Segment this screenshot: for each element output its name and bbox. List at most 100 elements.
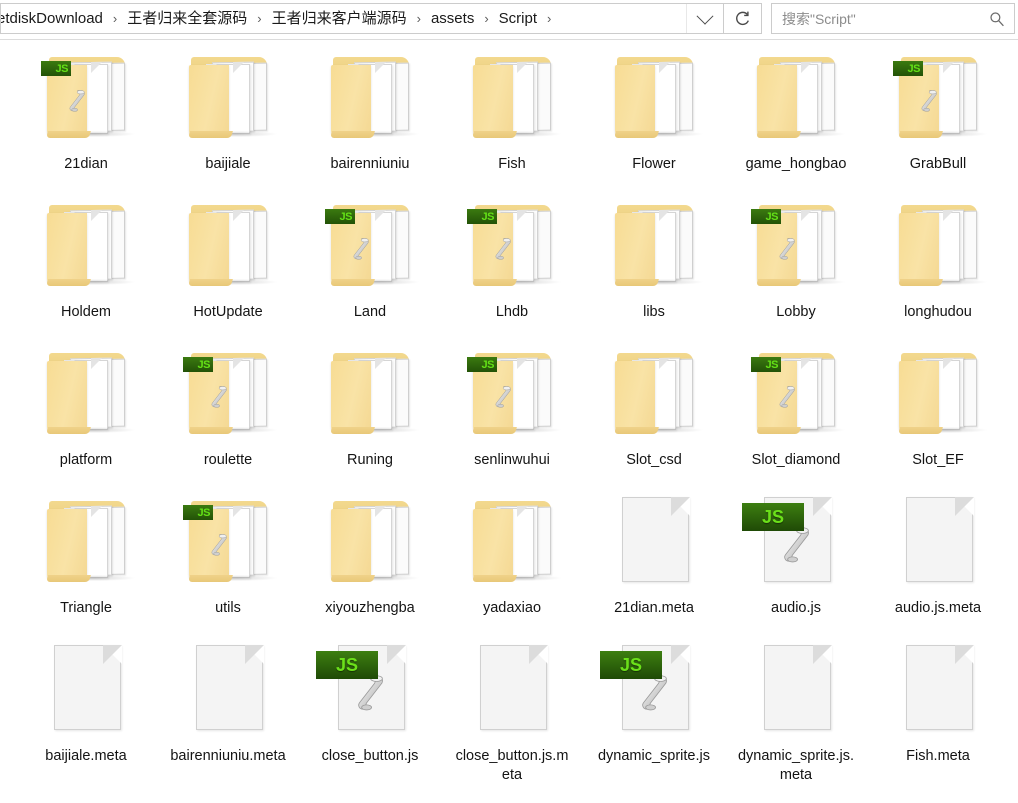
item-label[interactable]: xiyouzhengba — [311, 599, 429, 618]
folder-item[interactable]: game_hongbao — [725, 50, 867, 198]
file-item[interactable]: JS audio.js — [725, 494, 867, 642]
item-icon[interactable] — [173, 642, 283, 746]
file-item[interactable]: JS close_button.js — [299, 642, 441, 790]
item-icon[interactable]: JS — [883, 50, 993, 154]
folder-item[interactable]: HotUpdate — [157, 198, 299, 346]
item-label[interactable]: Slot_EF — [879, 451, 997, 470]
item-label[interactable]: bairenniuniu.meta — [169, 747, 287, 766]
breadcrumb-separator-icon[interactable]: › — [478, 9, 494, 29]
breadcrumb-item-2[interactable]: 王者归来客户端源码 — [268, 7, 411, 31]
folder-item[interactable]: JS Slot_diamond — [725, 346, 867, 494]
folder-item[interactable]: Holdem — [15, 198, 157, 346]
item-label[interactable]: longhudou — [879, 303, 997, 322]
item-label[interactable]: GrabBull — [879, 155, 997, 174]
search-icon[interactable] — [980, 11, 1014, 27]
item-icon[interactable] — [883, 198, 993, 302]
breadcrumb-separator-icon[interactable]: › — [411, 9, 427, 29]
item-icon[interactable] — [457, 642, 567, 746]
search-input[interactable] — [772, 10, 980, 27]
item-icon[interactable] — [599, 198, 709, 302]
folder-item[interactable]: JS 21dian — [15, 50, 157, 198]
item-icon[interactable]: JS — [173, 494, 283, 598]
folder-item[interactable]: longhudou — [867, 198, 1009, 346]
item-icon[interactable] — [741, 642, 851, 746]
file-item[interactable]: dynamic_sprite.js.meta — [725, 642, 867, 790]
file-item[interactable]: audio.js.meta — [867, 494, 1009, 642]
file-item[interactable]: 21dian.meta — [583, 494, 725, 642]
folder-item[interactable]: JS GrabBull — [867, 50, 1009, 198]
item-icon[interactable] — [741, 50, 851, 154]
item-icon[interactable] — [315, 346, 425, 450]
item-icon[interactable] — [599, 494, 709, 598]
item-label[interactable]: 21dian — [27, 155, 145, 174]
folder-item[interactable]: bairenniuniu — [299, 50, 441, 198]
breadcrumb-dropdown-button[interactable] — [686, 4, 723, 33]
folder-item[interactable]: JS utils — [157, 494, 299, 642]
item-label[interactable]: senlinwuhui — [453, 451, 571, 470]
item-label[interactable]: utils — [169, 599, 287, 618]
breadcrumb-item-1[interactable]: 王者归来全套源码 — [123, 7, 251, 31]
breadcrumb-separator-icon[interactable]: › — [251, 9, 267, 29]
folder-item[interactable]: yadaxiao — [441, 494, 583, 642]
file-item[interactable]: close_button.js.meta — [441, 642, 583, 790]
item-label[interactable]: game_hongbao — [737, 155, 855, 174]
item-label[interactable]: Flower — [595, 155, 713, 174]
item-label[interactable]: baijiale — [169, 155, 287, 174]
item-label[interactable]: Fish — [453, 155, 571, 174]
item-label[interactable]: Triangle — [27, 599, 145, 618]
breadcrumb-item-3[interactable]: assets — [427, 7, 478, 31]
folder-item[interactable]: Triangle — [15, 494, 157, 642]
item-label[interactable]: dynamic_sprite.js.meta — [737, 747, 855, 785]
item-label[interactable]: roulette — [169, 451, 287, 470]
item-label[interactable]: close_button.js — [311, 747, 429, 766]
folder-item[interactable]: Runing — [299, 346, 441, 494]
item-icon[interactable] — [31, 642, 141, 746]
item-label[interactable]: bairenniuniu — [311, 155, 429, 174]
file-list-view[interactable]: JS 21dian baijiale bairenniuniu Fish Flower ga… — [0, 39, 1018, 803]
item-icon[interactable] — [599, 346, 709, 450]
item-icon[interactable] — [31, 198, 141, 302]
folder-item[interactable]: xiyouzhengba — [299, 494, 441, 642]
item-icon[interactable]: JS — [31, 50, 141, 154]
item-icon[interactable]: JS — [741, 346, 851, 450]
item-icon[interactable]: JS — [457, 198, 567, 302]
folder-item[interactable]: Slot_EF — [867, 346, 1009, 494]
item-icon[interactable]: JS — [741, 494, 851, 598]
item-label[interactable]: platform — [27, 451, 145, 470]
breadcrumb[interactable]: etdiskDownload › 王者归来全套源码 › 王者归来客户端源码 › assets… — [0, 3, 724, 34]
folder-item[interactable]: Flower — [583, 50, 725, 198]
breadcrumb-separator-icon[interactable]: › — [541, 9, 557, 29]
folder-item[interactable]: JS Land — [299, 198, 441, 346]
item-icon[interactable] — [457, 494, 567, 598]
item-label[interactable]: Fish.meta — [879, 747, 997, 766]
file-item[interactable]: baijiale.meta — [15, 642, 157, 790]
item-label[interactable]: audio.js — [737, 599, 855, 618]
folder-item[interactable]: Slot_csd — [583, 346, 725, 494]
breadcrumb-item-4[interactable]: Script — [495, 7, 541, 31]
folder-item[interactable]: JS Lobby — [725, 198, 867, 346]
file-item[interactable]: bairenniuniu.meta — [157, 642, 299, 790]
item-icon[interactable] — [173, 50, 283, 154]
item-icon[interactable] — [883, 346, 993, 450]
item-icon[interactable]: JS — [599, 642, 709, 746]
item-label[interactable]: baijiale.meta — [27, 747, 145, 766]
folder-item[interactable]: JS Lhdb — [441, 198, 583, 346]
item-label[interactable]: Runing — [311, 451, 429, 470]
item-label[interactable]: Holdem — [27, 303, 145, 322]
item-icon[interactable]: JS — [741, 198, 851, 302]
breadcrumb-separator-icon[interactable]: › — [107, 9, 123, 29]
item-label[interactable]: HotUpdate — [169, 303, 287, 322]
item-icon[interactable] — [315, 494, 425, 598]
item-icon[interactable] — [457, 50, 567, 154]
item-icon[interactable] — [31, 494, 141, 598]
item-icon[interactable] — [31, 346, 141, 450]
item-label[interactable]: Slot_csd — [595, 451, 713, 470]
folder-item[interactable]: baijiale — [157, 50, 299, 198]
item-icon[interactable]: JS — [457, 346, 567, 450]
item-label[interactable]: close_button.js.meta — [453, 747, 571, 785]
item-icon[interactable]: JS — [173, 346, 283, 450]
item-icon[interactable]: JS — [315, 198, 425, 302]
item-icon[interactable] — [883, 642, 993, 746]
item-icon[interactable] — [315, 50, 425, 154]
refresh-button[interactable] — [724, 3, 762, 34]
